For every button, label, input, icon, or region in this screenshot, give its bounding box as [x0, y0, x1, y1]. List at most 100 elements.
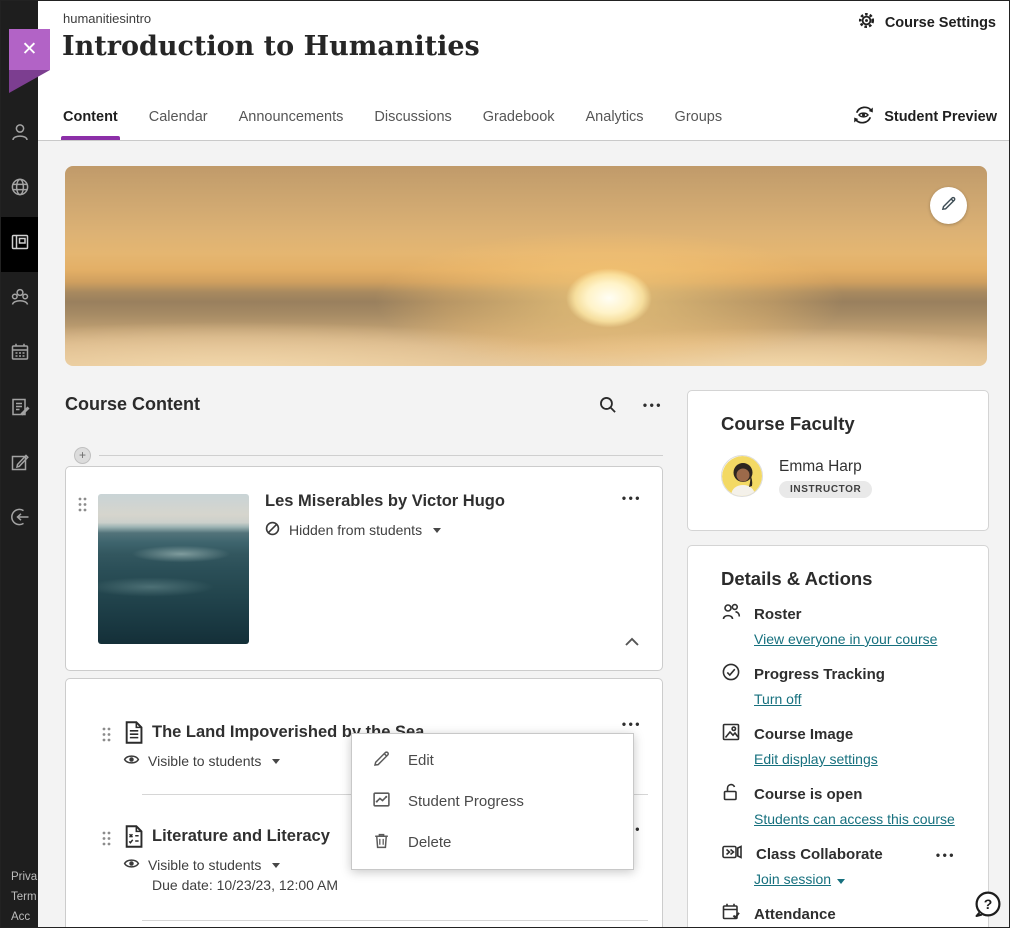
chevron-down-icon: [837, 879, 845, 884]
course-tab-bar: Content Calendar Announcements Discussio…: [38, 93, 1009, 141]
tab-content[interactable]: Content: [63, 93, 118, 140]
student-preview-button[interactable]: Student Preview: [852, 105, 997, 129]
close-course-button[interactable]: ✕: [9, 29, 50, 70]
courses-icon: [9, 231, 31, 258]
detail-attendance: Attendance Mark attendance: [721, 902, 970, 927]
join-session-link[interactable]: Join session: [754, 871, 831, 887]
legal-footer: Priva Term Acc: [11, 867, 38, 927]
detail-label: Course is open: [754, 786, 862, 803]
tab-discussions[interactable]: Discussions: [374, 93, 451, 140]
hidden-eye-icon: [264, 520, 281, 540]
question-mark-icon: ?: [984, 896, 993, 912]
grades-icon: [9, 451, 31, 478]
unlock-icon: [721, 782, 741, 807]
calendar-icon: [9, 341, 31, 368]
detail-roster: Roster View everyone in your course: [721, 602, 970, 647]
course-faculty-panel: Course Faculty Emma Harp INSTRUCTOR: [687, 390, 989, 531]
drag-handle-icon[interactable]: [102, 727, 111, 747]
visibility-dropdown[interactable]: Visible to students: [123, 751, 280, 771]
tab-announcements[interactable]: Announcements: [239, 93, 344, 140]
accessibility-link[interactable]: Acc: [11, 907, 38, 927]
content-more-options-icon[interactable]: •••: [643, 398, 663, 412]
menu-item-label: Student Progress: [408, 793, 524, 810]
app-window: Priva Term Acc ✕ humanitiesintro Introdu…: [0, 0, 1010, 928]
student-preview-label: Student Preview: [884, 109, 997, 125]
sidebar-item-institution[interactable]: [1, 162, 38, 217]
tab-analytics[interactable]: Analytics: [586, 93, 644, 140]
sidebar-item-calendar[interactable]: [1, 327, 38, 382]
progress-chart-icon: [372, 790, 391, 813]
course-settings-label: Course Settings: [885, 15, 996, 31]
drag-handle-icon[interactable]: [78, 497, 87, 517]
content-item-les-miserables: Les Miserables by Victor Hugo Hidden fro…: [65, 466, 663, 671]
divider-line: [99, 455, 663, 456]
add-content-button[interactable]: +: [74, 447, 91, 464]
details-list: Roster View everyone in your course Prog…: [721, 602, 970, 927]
sidebar-item-profile[interactable]: [1, 107, 38, 162]
course-header: humanitiesintro Introduction to Humaniti…: [38, 1, 1009, 93]
course-content-header: Course Content •••: [65, 394, 663, 415]
visibility-dropdown[interactable]: Visible to students: [123, 855, 280, 875]
drag-handle-icon[interactable]: [102, 831, 111, 851]
close-icon: ✕: [22, 38, 38, 61]
course-open-link[interactable]: Students can access this course: [754, 811, 955, 827]
detail-label: Class Collaborate: [756, 846, 883, 863]
detail-course-image: Course Image Edit display settings: [721, 722, 970, 767]
tab-groups[interactable]: Groups: [675, 93, 723, 140]
visibility-dropdown[interactable]: Hidden from students: [264, 520, 441, 540]
sidebar-item-courses[interactable]: [1, 217, 38, 272]
sidebar-item-sign-out[interactable]: [1, 492, 38, 547]
main-content: Course Content ••• + Les Miserables by V…: [38, 141, 1009, 927]
visibility-label: Visible to students: [148, 857, 261, 873]
visibility-label: Visible to students: [148, 753, 261, 769]
section-title: Course Content: [65, 394, 200, 415]
item-title-link[interactable]: Les Miserables by Victor Hugo: [265, 492, 505, 511]
menu-item-delete[interactable]: Delete: [352, 822, 633, 863]
detail-label: Course Image: [754, 726, 853, 743]
sidebar-item-activity[interactable]: [1, 382, 38, 437]
rail-nav: [1, 107, 38, 547]
course-settings-button[interactable]: Course Settings: [857, 11, 996, 34]
pencil-icon: [372, 749, 391, 772]
edit-banner-button[interactable]: [930, 187, 967, 224]
collapse-chevron-icon[interactable]: [624, 634, 640, 652]
search-icon[interactable]: [598, 395, 617, 414]
gear-icon: [857, 11, 876, 34]
sidebar-item-organizations[interactable]: [1, 272, 38, 327]
item-context-menu: Edit Student Progress Delete: [351, 733, 634, 870]
visible-eye-icon: [123, 751, 140, 771]
item-more-options-icon[interactable]: •••: [622, 717, 642, 731]
detail-label: Attendance: [754, 906, 836, 923]
course-banner-image: [65, 166, 987, 366]
menu-item-label: Delete: [408, 834, 451, 851]
tab-gradebook[interactable]: Gradebook: [483, 93, 555, 140]
help-button[interactable]: ?: [973, 890, 1003, 925]
item-title-link[interactable]: Literature and Literacy: [152, 827, 330, 846]
progress-tracking-link[interactable]: Turn off: [754, 691, 801, 707]
instructor-role-badge: INSTRUCTOR: [779, 481, 872, 498]
detail-course-open: Course is open Students can access this …: [721, 782, 970, 827]
people-icon: [721, 602, 741, 627]
check-circle-icon: [721, 662, 741, 687]
pencil-icon: [940, 195, 957, 217]
sidebar-item-grades[interactable]: [1, 437, 38, 492]
person-icon: [9, 121, 31, 148]
details-actions-panel: Details & Actions Roster View everyone i…: [687, 545, 989, 927]
activity-stream-icon: [9, 396, 31, 423]
avatar: [721, 455, 763, 497]
item-divider: [142, 920, 648, 921]
privacy-link[interactable]: Priva: [11, 867, 38, 887]
item-thumbnail-ocean: [98, 494, 249, 644]
menu-item-edit[interactable]: Edit: [352, 740, 633, 781]
globe-icon: [9, 176, 31, 203]
chevron-down-icon: [272, 863, 280, 868]
terms-link[interactable]: Term: [11, 887, 38, 907]
menu-item-student-progress[interactable]: Student Progress: [352, 781, 633, 822]
course-image-link[interactable]: Edit display settings: [754, 751, 878, 767]
add-content-divider: +: [65, 447, 663, 464]
tab-calendar[interactable]: Calendar: [149, 93, 208, 140]
roster-link[interactable]: View everyone in your course: [754, 631, 937, 647]
item-more-options-icon[interactable]: •••: [622, 491, 642, 505]
collaborate-more-options-icon[interactable]: •••: [936, 848, 956, 862]
video-camera-icon: [721, 842, 743, 867]
